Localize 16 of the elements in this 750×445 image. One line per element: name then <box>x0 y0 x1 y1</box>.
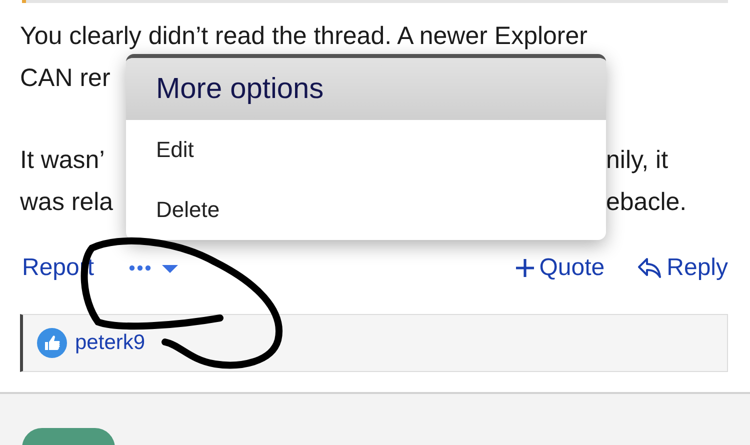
post-text: CAN rer <box>20 64 110 92</box>
post-text: nily, it <box>606 146 668 174</box>
post-text: ebacle. <box>606 188 687 216</box>
menu-item[interactable]: Delete <box>126 180 606 240</box>
reply-arrow-icon <box>636 256 663 280</box>
post-text: was rela <box>20 188 114 216</box>
menu-item[interactable]: Edit <box>126 120 606 180</box>
quote-link[interactable]: Quote <box>515 254 605 282</box>
more-options-icon[interactable] <box>128 262 180 274</box>
thumbs-up-icon <box>37 328 67 358</box>
post-text: You clearly didn’t read the thread. A newer Explorer <box>20 22 588 50</box>
post-text: It wasn’ <box>20 146 105 174</box>
menu-title: More options <box>126 58 606 120</box>
reply-link[interactable]: Reply <box>636 254 728 282</box>
user-link[interactable]: peterk9 <box>75 331 146 355</box>
plus-icon <box>515 258 536 278</box>
